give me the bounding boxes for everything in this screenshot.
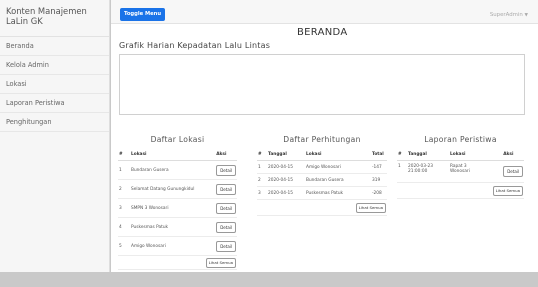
toggle-menu-button[interactable]: Toggle Menu	[120, 8, 166, 21]
table-row: 2 Selamat Datang Gunungkidul Detail	[118, 179, 237, 199]
lokasi-panel-title: Daftar Lokasi	[150, 135, 205, 144]
sidebar-item-beranda[interactable]: Beranda	[0, 37, 109, 56]
detail-button[interactable]: Detail	[216, 202, 236, 214]
count-location: Amigo Wonosari	[305, 160, 371, 174]
view-all-perhitungan-button[interactable]: Lihat Semua	[355, 202, 386, 213]
detail-button[interactable]: Detail	[503, 166, 523, 177]
row-number: 4	[118, 217, 130, 237]
report-time: 21:00:00	[408, 169, 428, 174]
view-all-laporan-button[interactable]: Lihat Semua	[492, 185, 523, 196]
table-row: 3 2020-04-15 Puskesmas Patuk -208	[257, 186, 387, 200]
row-number: 3	[118, 198, 130, 218]
row-number: 1	[397, 160, 407, 183]
table-header-row: # Tanggal Lokasi Total	[257, 150, 387, 161]
table-footer-row: Lihat Semua	[397, 182, 524, 199]
user-name: SuperAdmin	[489, 12, 523, 18]
table-row: 4 Puskesmas Patuk Detail	[118, 217, 237, 237]
table-row: 2 2020-04-15 Bundaran Gusera 319	[257, 173, 387, 187]
column-header: Tanggal	[267, 150, 305, 161]
laporan-table: # Tanggal Lokasi Aksi 1 2020-03-23 21:00…	[397, 150, 524, 199]
count-total: -208	[371, 186, 387, 200]
row-number: 3	[257, 186, 267, 200]
lokasi-table: # Lokasi Aksi 1 Bundaran Gusera Detail 2…	[118, 150, 237, 270]
row-number: 2	[118, 179, 130, 199]
count-date: 2020-04-15	[267, 173, 305, 187]
table-header-row: # Tanggal Lokasi Aksi	[397, 150, 524, 161]
report-location-line-2: Wonosari	[450, 169, 470, 174]
row-number: 1	[257, 160, 267, 174]
location-name: Puskesmas Patuk	[130, 217, 216, 237]
column-header: #	[397, 150, 407, 161]
location-name: Selamat Datang Gunungkidul	[130, 179, 216, 199]
count-date: 2020-04-15	[267, 160, 305, 174]
perhitungan-panel: Daftar Perhitungan # Tanggal Lokasi Tota…	[257, 135, 387, 216]
chevron-down-icon: ▼	[524, 13, 528, 18]
column-header: Aksi	[502, 150, 524, 161]
table-header-row: # Lokasi Aksi	[118, 150, 237, 161]
count-location: Bundaran Gusera	[305, 173, 371, 187]
count-date: 2020-04-15	[267, 186, 305, 200]
column-header: #	[257, 150, 267, 161]
bottom-strip	[0, 272, 538, 287]
location-name: SMPN 3 Wonosari	[130, 198, 216, 218]
sidebar-item-kelola-admin[interactable]: Kelola Admin	[0, 56, 109, 75]
column-header: Lokasi	[305, 150, 371, 161]
perhitungan-table: # Tanggal Lokasi Total 1 2020-04-15 Amig…	[257, 150, 387, 216]
user-menu[interactable]: SuperAdmin ▼	[490, 12, 528, 18]
sidebar-brand[interactable]: Konten Manajemen LaLin GK	[0, 0, 109, 37]
main-content: Toggle Menu SuperAdmin ▼ BERANDA Grafik …	[111, 0, 538, 272]
detail-button[interactable]: Detail	[216, 164, 236, 176]
perhitungan-panel-title: Daftar Perhitungan	[283, 135, 361, 144]
sidebar-item-penghitungan[interactable]: Penghitungan	[0, 113, 109, 132]
table-row: 3 SMPN 3 Wonosari Detail	[118, 198, 237, 218]
count-total: -147	[371, 160, 387, 174]
table-row: 5 Amigo Wonosari Detail	[118, 236, 237, 256]
table-row: 1 Bundaran Gusera Detail	[118, 160, 237, 180]
column-header: Tanggal	[407, 150, 449, 161]
location-name: Bundaran Gusera	[130, 160, 216, 180]
sidebar-item-laporan-peristiwa[interactable]: Laporan Peristiwa	[0, 94, 109, 113]
column-header: Total	[371, 150, 387, 161]
column-header: #	[118, 150, 130, 161]
table-row: 1 2020-03-23 21:00:00 Rapat 3 Wonosari D…	[397, 160, 524, 183]
row-number: 2	[257, 173, 267, 187]
sidebar: Konten Manajemen LaLin GK Beranda Kelola…	[0, 0, 110, 272]
location-name: Amigo Wonosari	[130, 236, 216, 256]
row-number: 1	[118, 160, 130, 180]
chart-section-title: Grafik Harian Kepadatan Lalu Lintas	[119, 41, 271, 50]
row-number: 5	[118, 236, 130, 256]
table-footer-row: Lihat Semua	[257, 199, 387, 216]
top-bar: Toggle Menu SuperAdmin ▼	[111, 0, 538, 24]
brand-line-1: Konten Manajemen	[6, 6, 87, 16]
laporan-panel: Laporan Peristiwa # Tanggal Lokasi Aksi …	[397, 135, 524, 199]
lokasi-panel: Daftar Lokasi # Lokasi Aksi 1 Bundaran G…	[118, 135, 237, 270]
detail-button[interactable]: Detail	[216, 240, 236, 252]
count-location: Puskesmas Patuk	[305, 186, 371, 200]
table-footer-row: Lihat Semua	[118, 255, 237, 270]
traffic-chart-area	[119, 54, 525, 115]
page-title: BERANDA	[297, 27, 348, 38]
column-header: Lokasi	[449, 150, 503, 161]
detail-button[interactable]: Detail	[216, 221, 236, 233]
brand-line-2: LaLin GK	[6, 16, 43, 26]
count-total: 319	[371, 173, 387, 187]
column-header: Aksi	[215, 150, 237, 161]
table-row: 1 2020-04-15 Amigo Wonosari -147	[257, 160, 387, 174]
view-all-lokasi-button[interactable]: Lihat Semua	[205, 257, 236, 268]
column-header: Lokasi	[130, 150, 216, 161]
detail-button[interactable]: Detail	[216, 183, 236, 195]
sidebar-item-lokasi[interactable]: Lokasi	[0, 75, 109, 94]
laporan-panel-title: Laporan Peristiwa	[424, 135, 497, 144]
